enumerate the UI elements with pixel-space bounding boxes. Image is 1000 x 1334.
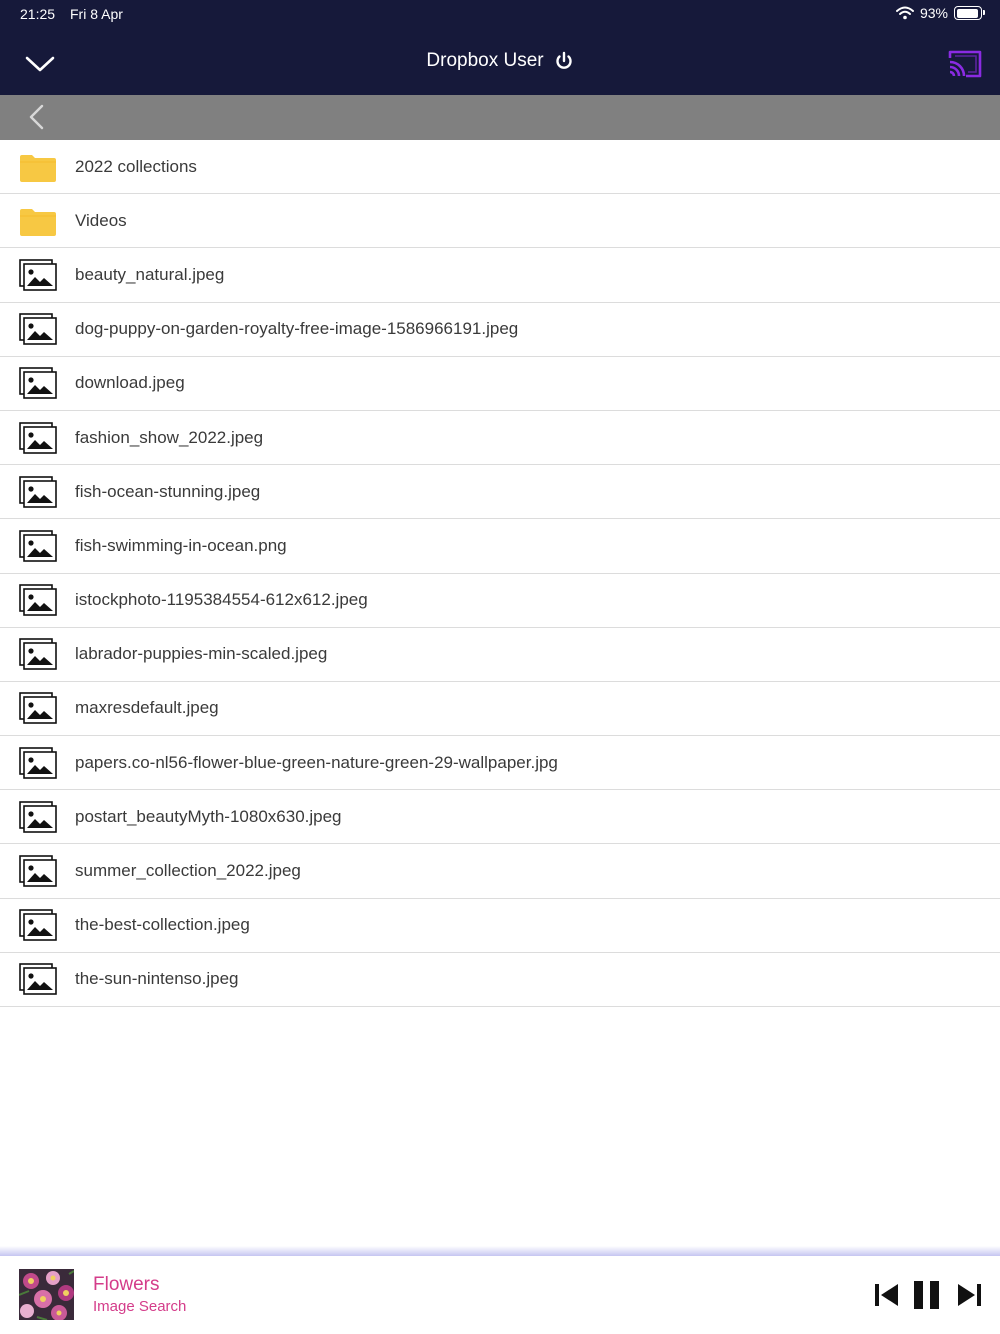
image-icon [19,584,57,616]
back-arrow-icon[interactable] [26,103,46,131]
folder-row[interactable]: 2022 collections [0,140,1000,195]
file-name: summer_collection_2022.jpeg [75,861,301,881]
file-row[interactable]: fish-swimming-in-ocean.png [0,519,1000,574]
player-title: Flowers [93,1274,160,1295]
image-icon [19,313,57,345]
image-icon [19,475,57,508]
page-title: Dropbox User [426,50,544,71]
battery-percent: 93% [919,5,948,21]
status-time: 21:25 [20,6,56,22]
skip-next-icon[interactable] [956,1283,982,1307]
file-row[interactable]: fashion_show_2022.jpeg [0,411,1000,466]
pause-icon[interactable] [913,1280,941,1310]
skip-previous-icon[interactable] [874,1283,900,1307]
image-icon [19,530,57,562]
status-right: 93% [895,5,985,21]
file-row[interactable]: the-sun-nintenso.jpeg [0,953,1000,1007]
folder-icon [19,205,57,237]
battery-icon [954,6,985,20]
file-row[interactable]: summer_collection_2022.jpeg [0,844,1000,899]
file-row[interactable]: papers.co-nl56-flower-blue-green-nature-… [0,736,1000,791]
file-name: fish-swimming-in-ocean.png [75,535,287,555]
power-icon[interactable] [554,51,574,71]
file-row[interactable]: the-best-collection.jpeg [0,899,1000,953]
status-date: Fri 8 Apr [70,6,123,22]
file-name: labrador-puppies-min-scaled.jpeg [75,644,328,664]
folder-row[interactable]: Videos [0,194,1000,249]
folder-icon [19,151,57,183]
file-row[interactable]: maxresdefault.jpeg [0,682,1000,737]
file-name: 2022 collections [75,156,197,176]
file-name: the-best-collection.jpeg [75,915,250,935]
top-bar: 21:25 Fri 8 Apr 93% Dropbox User [0,0,1000,95]
image-icon [19,746,57,779]
file-name: fashion_show_2022.jpeg [75,427,264,447]
file-name: papers.co-nl56-flower-blue-green-nature-… [75,752,558,772]
file-name: Videos [75,210,127,230]
file-name: download.jpeg [75,373,185,393]
image-icon [19,801,57,833]
wifi-icon [895,6,914,20]
file-name: beauty_natural.jpeg [75,264,225,284]
file-row[interactable]: download.jpeg [0,357,1000,411]
file-list: 2022 collections Videos beauty_natural.jpe… [0,140,1000,1007]
file-name: dog-puppy-on-garden-royalty-free-image-1… [75,319,519,339]
file-row[interactable]: istockphoto-1195384554-612x612.jpeg [0,574,1000,628]
file-row[interactable]: labrador-puppies-min-scaled.jpeg [0,628,1000,682]
image-icon [19,421,57,454]
file-name: postart_beautyMyth-1080x630.jpeg [75,806,342,826]
mini-player: Flowers Image Search [0,1256,1000,1334]
file-row[interactable]: fish-ocean-stunning.jpeg [0,465,1000,520]
image-icon [19,855,57,887]
image-icon [19,638,57,671]
collapse-chevron-icon[interactable] [24,50,56,78]
cast-icon[interactable] [946,48,984,80]
file-row[interactable]: dog-puppy-on-garden-royalty-free-image-1… [0,303,1000,357]
image-icon [19,692,57,725]
image-icon [19,963,57,996]
image-icon [19,909,57,942]
image-icon [19,367,57,400]
file-name: the-sun-nintenso.jpeg [75,969,239,989]
header-title-group: Dropbox User [0,50,1000,72]
image-icon [19,259,57,291]
file-row[interactable]: postart_beautyMyth-1080x630.jpeg [0,790,1000,845]
player-divider [0,1246,1000,1256]
flowers-thumbnail[interactable] [19,1269,74,1320]
file-name: istockphoto-1195384554-612x612.jpeg [75,590,368,610]
file-name: fish-ocean-stunning.jpeg [75,481,261,501]
player-subtitle: Image Search [93,1298,187,1315]
breadcrumb-bar [0,95,1000,140]
status-bar: 21:25 Fri 8 Apr 93% [0,0,1000,28]
file-name: maxresdefault.jpeg [75,698,219,718]
file-row[interactable]: beauty_natural.jpeg [0,248,1000,303]
